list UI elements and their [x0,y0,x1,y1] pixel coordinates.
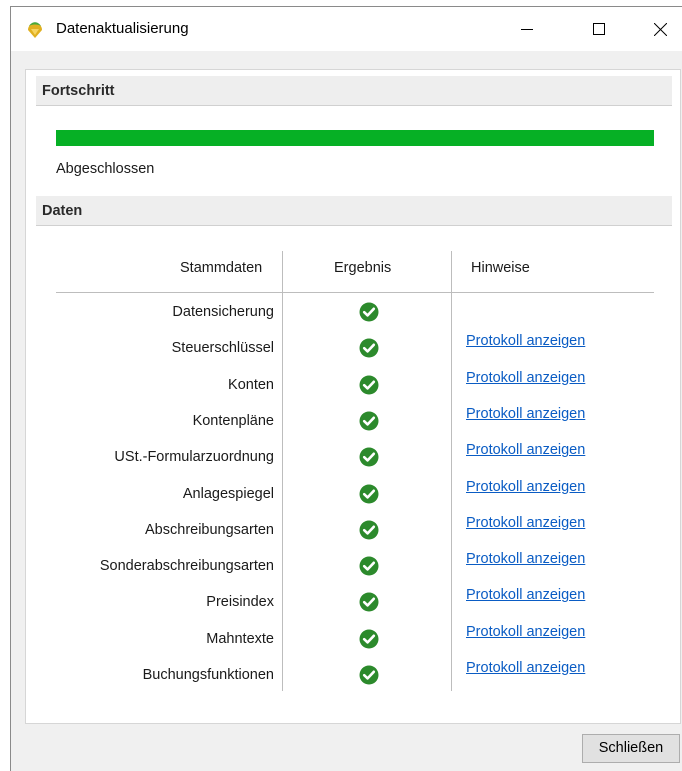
protokoll-link[interactable]: Protokoll anzeigen [466,551,585,567]
row-label: Konten [228,376,274,393]
protokoll-link[interactable]: Protokoll anzeigen [466,587,585,603]
check-icon [359,484,379,504]
progress-status: Abgeschlossen [56,161,155,177]
column-header-hinweise: Hinweise [471,260,530,276]
data-section-header: Daten [36,196,672,226]
dialog-window: Datenaktualisierung Fortschritt Abgeschl… [10,6,682,771]
row-label: Preisindex [206,594,274,611]
column-header-ergebnis: Ergebnis [334,260,392,276]
row-label: Kontenpläne [192,412,274,429]
protokoll-link[interactable]: Protokoll anzeigen [466,624,585,640]
check-icon [359,302,379,322]
row-label: Buchungsfunktionen [142,667,274,683]
protokoll-link[interactable]: Protokoll anzeigen [466,479,585,495]
protokoll-link[interactable]: Protokoll anzeigen [466,660,585,676]
protokoll-link[interactable]: Protokoll anzeigen [466,442,585,458]
check-icon [359,338,379,358]
minimize-button[interactable] [504,7,550,51]
minimize-icon [521,23,533,35]
title-bar: Datenaktualisierung [11,7,682,51]
row-label: Anlagespiegel [182,485,274,502]
progress-bar-fill [56,130,654,146]
maximize-button[interactable] [576,7,622,51]
protokoll-link[interactable]: Protokoll anzeigen [466,406,585,422]
app-logo-icon [25,20,45,40]
check-icon [359,447,379,467]
row-label: Sonderabschreibungsarten [99,558,274,575]
row-label: Abschreibungsarten [145,521,274,538]
check-icon [359,375,379,395]
header-divider [56,292,654,293]
close-icon [653,22,667,36]
close-button[interactable]: Schließen [582,734,680,763]
row-label: Steuerschlüssel [171,340,274,357]
maximize-icon [593,23,605,35]
close-window-button[interactable] [637,7,682,51]
check-icon [359,665,379,685]
column-divider [282,251,283,691]
column-header-stammdaten: Stammdaten [180,260,263,276]
protokoll-link[interactable]: Protokoll anzeigen [466,333,585,349]
progress-bar [56,130,654,146]
protokoll-link[interactable]: Protokoll anzeigen [466,370,585,386]
check-icon [359,411,379,431]
check-icon [359,629,379,649]
protokoll-link[interactable]: Protokoll anzeigen [466,515,585,531]
check-icon [359,520,379,540]
window-title: Datenaktualisierung [56,20,189,37]
check-icon [359,592,379,612]
row-label: USt.-Formularzuordnung [114,449,274,466]
content-panel: Fortschritt Abgeschlossen Daten Stammdat… [25,69,681,724]
check-icon [359,556,379,576]
row-label: Datensicherung [172,304,274,320]
column-divider [451,251,452,691]
progress-section-header: Fortschritt [36,76,672,106]
row-label: Mahntexte [206,630,274,647]
